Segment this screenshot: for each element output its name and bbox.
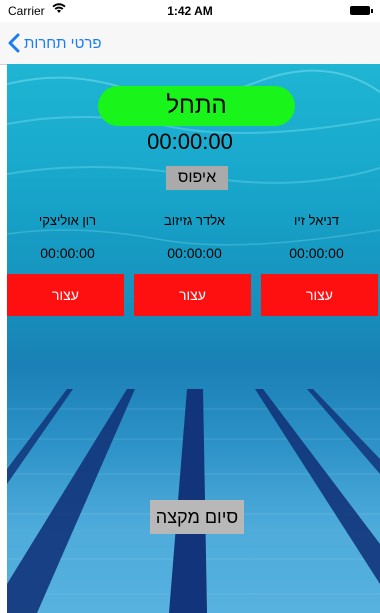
back-button[interactable]: פרטי תחרות — [8, 31, 102, 55]
chevron-left-icon — [8, 33, 20, 53]
swimmer-name: אלדר גזיזוב — [164, 213, 225, 228]
swimmer-timer: 00:00:00 — [40, 245, 95, 261]
swimmer-timer: 00:00:00 — [167, 245, 222, 261]
status-bar: Carrier 1:42 AM — [0, 0, 380, 22]
screen: Carrier 1:42 AM פרטי תחרות התחל 00:00:00… — [0, 0, 380, 613]
battery-icon — [350, 6, 373, 15]
stop-button[interactable]: עצור — [261, 274, 378, 316]
reset-button[interactable]: איפוס — [166, 166, 228, 190]
main-timer: 00:00:00 — [147, 129, 233, 154]
swimmer-timer: 00:00:00 — [289, 245, 344, 261]
stop-button[interactable]: עצור — [7, 274, 124, 316]
navigation-bar: פרטי תחרות — [0, 22, 380, 65]
stop-button[interactable]: עצור — [134, 274, 251, 316]
back-button-label: פרטי תחרות — [24, 34, 102, 52]
end-heat-button[interactable]: סיום מקצה — [150, 500, 244, 534]
swimmer-name: דניאל זיו — [294, 213, 339, 228]
status-time: 1:42 AM — [167, 4, 213, 18]
swimmer-name: רון אוליצקי — [38, 213, 97, 228]
start-button[interactable]: התחל — [98, 86, 295, 126]
